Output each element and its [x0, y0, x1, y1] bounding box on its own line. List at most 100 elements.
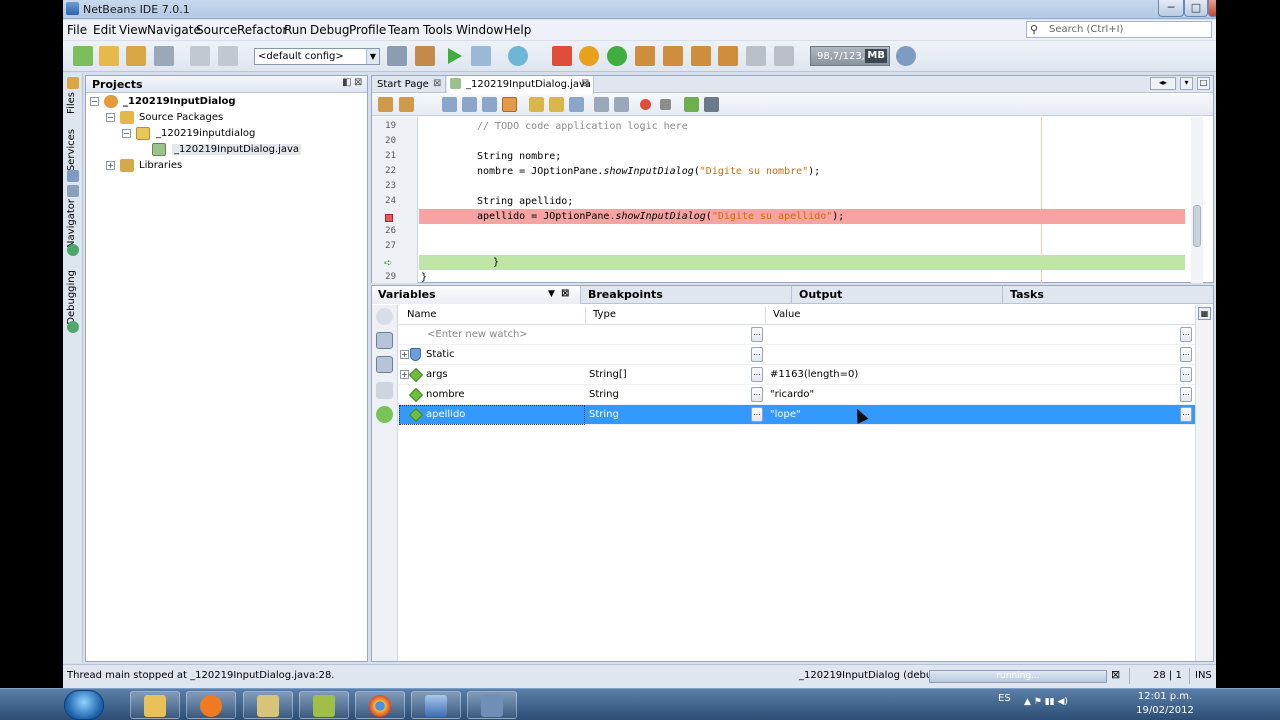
step-over-expression-icon[interactable] — [663, 46, 683, 66]
quick-search-field[interactable]: ⚲ Search (Ctrl+I) — [1026, 21, 1212, 38]
clean-build-icon[interactable] — [415, 46, 435, 66]
close-panel-icon[interactable]: ⊠ — [354, 77, 362, 88]
taskbar-explorer[interactable] — [130, 691, 180, 719]
services-tab[interactable]: Services — [66, 129, 77, 171]
pause-icon[interactable] — [579, 46, 599, 66]
taskbar-chrome[interactable] — [355, 691, 405, 719]
maximize-editor-icon[interactable]: □ — [1197, 77, 1210, 90]
minimize-button[interactable]: ─ — [1158, 0, 1184, 17]
ellipsis-button[interactable]: ... — [1180, 327, 1192, 342]
previous-bookmark-icon[interactable] — [529, 97, 544, 112]
continue-icon[interactable] — [607, 46, 627, 66]
variable-value[interactable]: #1163(length=0) — [770, 369, 858, 380]
close-tab-icon[interactable]: ⊠ — [561, 288, 569, 299]
next-bookmark-icon[interactable] — [549, 97, 564, 112]
tab-tasks[interactable]: Tasks — [1004, 286, 1213, 304]
menu-tools[interactable]: Tools — [423, 23, 453, 37]
taskbar-library[interactable] — [243, 691, 293, 719]
find-previous-icon[interactable] — [462, 97, 477, 112]
watch-input-row[interactable]: <Enter new watch> ... ... — [399, 325, 1195, 345]
redo-icon[interactable] — [218, 46, 238, 66]
tab-output[interactable]: Output — [793, 286, 1003, 304]
ellipsis-button[interactable]: ... — [1180, 407, 1192, 422]
variable-value[interactable]: "lope" — [770, 409, 801, 420]
menu-debug[interactable]: Debug — [310, 23, 349, 37]
shift-right-icon[interactable] — [614, 97, 629, 112]
run-icon[interactable] — [448, 48, 462, 64]
ellipsis-button[interactable]: ... — [751, 327, 763, 342]
step-into-icon[interactable] — [691, 46, 711, 66]
variable-value[interactable]: "ricardo" — [770, 389, 814, 400]
taskbar-netbeans[interactable] — [411, 691, 461, 719]
variable-row[interactable]: + Static ... ... — [399, 345, 1195, 365]
ellipsis-button[interactable]: ... — [1180, 387, 1192, 402]
navigator-tab[interactable]: Navigator — [66, 199, 77, 248]
progress-bar[interactable]: running... — [929, 670, 1107, 683]
menu-edit[interactable]: Edit — [93, 23, 116, 37]
show-inherited-icon[interactable] — [376, 356, 393, 373]
ellipsis-button[interactable]: ... — [751, 367, 763, 382]
new-watch-placeholder[interactable]: <Enter new watch> — [427, 329, 528, 340]
open-project-icon[interactable] — [126, 46, 146, 66]
comment-icon[interactable] — [684, 97, 699, 112]
tostring-icon[interactable] — [376, 382, 393, 399]
tray-icons[interactable]: ▲ ⚑ ▮▮ ◀) — [1024, 697, 1068, 707]
build-icon[interactable] — [387, 46, 407, 66]
menu-help[interactable]: Help — [504, 23, 531, 37]
tree-item-package[interactable]: − _120219inputdialog — [88, 126, 348, 142]
show-opened-documents-icon[interactable]: ▾ — [1180, 77, 1193, 90]
apply-code-changes-icon[interactable] — [774, 46, 794, 66]
menu-run[interactable]: Run — [284, 23, 307, 37]
memory-indicator[interactable]: 98,7/123, MB — [810, 46, 890, 66]
menu-navigate[interactable]: Navigate — [147, 23, 201, 37]
expand-icon[interactable]: + — [106, 161, 115, 170]
column-type[interactable]: Type — [593, 309, 616, 320]
code-area[interactable]: // TODO code application logic here Stri… — [419, 117, 1185, 283]
scroll-tabs-icon[interactable]: ◂▸ — [1150, 77, 1176, 90]
files-tab[interactable]: Files — [66, 92, 77, 114]
taskbar-video[interactable] — [467, 691, 517, 719]
debug-project-icon[interactable] — [471, 46, 491, 66]
finish-debug-icon[interactable] — [552, 46, 572, 66]
step-over-icon[interactable] — [635, 46, 655, 66]
tree-item-libraries[interactable]: + Libraries — [88, 158, 348, 174]
config-select[interactable]: <default config> ▼ — [254, 48, 380, 65]
menu-team[interactable]: Team — [388, 23, 420, 37]
taskbar-tool[interactable] — [299, 691, 349, 719]
menu-refactor[interactable]: Refactor — [237, 23, 287, 37]
editor-vertical-scrollbar[interactable] — [1191, 117, 1203, 283]
collapse-icon[interactable]: − — [106, 113, 115, 122]
chevron-down-icon[interactable]: ▼ — [548, 289, 555, 299]
tab-start-page[interactable]: Start Page ⊠ — [372, 76, 446, 93]
find-next-icon[interactable] — [482, 97, 497, 112]
menu-source[interactable]: Source — [196, 23, 237, 37]
variable-row[interactable]: + args String[] ... #1163(length=0) ... — [399, 365, 1195, 385]
ellipsis-button[interactable]: ... — [1180, 367, 1192, 382]
column-value[interactable]: Value — [773, 309, 800, 320]
find-icon[interactable] — [442, 97, 457, 112]
menu-window[interactable]: Window — [456, 23, 503, 37]
new-watch-icon[interactable] — [376, 406, 393, 423]
close-tab-icon[interactable]: ⊠ — [581, 78, 589, 89]
maximize-button[interactable]: □ — [1184, 0, 1208, 17]
close-button[interactable]: ✕ — [1208, 0, 1216, 17]
tab-variables[interactable]: Variables ▼ ⊠ — [372, 286, 581, 304]
variable-row-selected[interactable]: apellido String ... "lope" ... — [399, 405, 1195, 425]
stop-macro-icon[interactable] — [660, 99, 671, 110]
static-filter-icon[interactable] — [376, 308, 393, 325]
column-chooser-icon[interactable]: ▦ — [1198, 307, 1211, 320]
minimize-panel-icon[interactable]: ◧ — [342, 77, 351, 88]
ellipsis-button[interactable]: ... — [751, 347, 763, 362]
taskbar-media-player[interactable] — [186, 691, 236, 719]
variables-scrollbar[interactable]: ▦ — [1195, 305, 1213, 661]
tab-java-file[interactable]: _120219InputDialog.java ⊠ — [447, 76, 594, 94]
clock[interactable]: 12:01 p.m. 19/02/2012 — [1130, 690, 1200, 718]
history-icon[interactable] — [399, 97, 414, 112]
profile-icon[interactable] — [508, 46, 528, 66]
toggle-bookmark-icon[interactable] — [569, 97, 584, 112]
ellipsis-button[interactable]: ... — [751, 387, 763, 402]
scrollbar-thumb[interactable] — [1193, 205, 1201, 247]
tree-item-project[interactable]: − _120219InputDialog — [88, 94, 348, 110]
menu-file[interactable]: File — [67, 23, 87, 37]
close-tab-icon[interactable]: ⊠ — [433, 78, 441, 89]
